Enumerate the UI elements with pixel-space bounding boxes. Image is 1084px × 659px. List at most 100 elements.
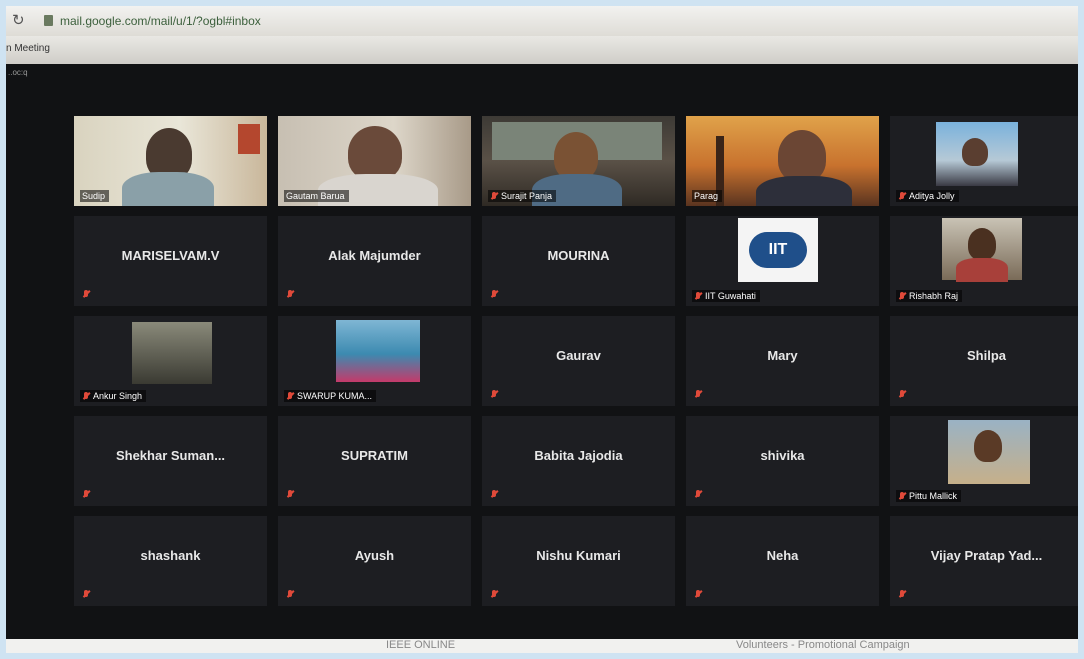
participant-tile[interactable]: Alak Majumder <box>278 216 471 306</box>
participant-name: Alak Majumder <box>328 248 421 263</box>
participant-tile[interactable]: Gautam Barua <box>278 116 471 206</box>
participant-name: Rishabh Raj <box>909 291 959 301</box>
participant-name-tag: Surajit Panja <box>488 190 557 202</box>
browser-address-bar: ↻ mail.google.com/mail/u/1/?ogbl#inbox <box>6 6 1078 36</box>
muted-mic-icon <box>898 492 906 500</box>
muted-mic-icon <box>490 590 498 598</box>
participant-tile[interactable]: Pittu Mallick <box>890 416 1078 506</box>
muted-mic-icon <box>898 192 906 200</box>
participant-name: Gaurav <box>556 348 601 363</box>
muted-mic-icon <box>898 292 906 300</box>
wall-object <box>238 124 260 154</box>
person-silhouette <box>554 132 598 180</box>
participant-name: IIT Guwahati <box>705 291 756 301</box>
participant-tile[interactable]: Neha <box>686 516 879 606</box>
participant-tile[interactable]: MARISELVAM.V <box>74 216 267 306</box>
participant-name: Shilpa <box>966 348 1006 363</box>
participant-tile[interactable]: SUPRATIM <box>278 416 471 506</box>
participant-name-tag: Rishabh Raj <box>896 290 963 302</box>
participant-tile[interactable]: MOURINA <box>482 216 675 306</box>
profile-picture <box>336 320 420 382</box>
participant-name: shivika <box>760 448 805 463</box>
participant-tile[interactable]: shashank <box>74 516 267 606</box>
participant-name: Parag <box>694 191 719 201</box>
participant-name: Ayush <box>354 548 395 563</box>
participant-name: Gautam Barua <box>286 191 345 201</box>
muted-mic-icon <box>82 490 90 498</box>
muted-mic-icon <box>694 490 702 498</box>
iit-logo: IIT <box>738 218 818 282</box>
profile-picture <box>948 420 1030 484</box>
participant-tile[interactable]: Shilpa <box>890 316 1078 406</box>
profile-picture <box>132 322 212 384</box>
gallery-grid: Sudip Gautam Barua Surajit Panja Parag A… <box>74 116 1078 636</box>
participant-tile[interactable]: Sudip <box>74 116 267 206</box>
participant-tile[interactable]: Ayush <box>278 516 471 606</box>
participant-tile[interactable]: Aditya Jolly <box>890 116 1078 206</box>
person-silhouette <box>956 258 1008 282</box>
participant-tile[interactable]: Rishabh Raj <box>890 216 1078 306</box>
person-silhouette <box>756 176 852 206</box>
window-title: ..oc:q <box>8 68 28 77</box>
participant-tile[interactable]: Nishu Kumari <box>482 516 675 606</box>
participant-name-tag: Sudip <box>80 190 110 202</box>
profile-picture <box>936 122 1018 186</box>
muted-mic-icon <box>694 590 702 598</box>
participant-name-tag: SWARUP KUMA... <box>284 390 377 402</box>
background-caption: Volunteers - Promotional Campaign <box>736 639 910 651</box>
muted-mic-icon <box>898 590 906 598</box>
tab-meeting[interactable]: n Meeting <box>6 43 50 54</box>
muted-mic-icon <box>694 390 702 398</box>
participant-tile[interactable]: IIT IIT Guwahati <box>686 216 879 306</box>
participant-name: Sudip <box>82 191 106 201</box>
participant-name: Surajit Panja <box>501 191 553 201</box>
profile-picture <box>942 218 1022 282</box>
background-heading: IEEE ONLINE <box>386 639 456 651</box>
participant-tile[interactable]: Gaurav <box>482 316 675 406</box>
muted-mic-icon <box>490 390 498 398</box>
participant-name: Pittu Mallick <box>909 491 958 501</box>
participant-name: Ankur Singh <box>93 391 143 401</box>
participant-tile[interactable]: shivika <box>686 416 879 506</box>
zoom-window: ..oc:q Sudip Gautam Barua Surajit Panja … <box>6 64 1078 639</box>
person-silhouette <box>348 126 402 180</box>
participant-tile[interactable]: Parag <box>686 116 879 206</box>
lock-icon <box>44 15 53 26</box>
participant-name-tag: Ankur Singh <box>80 390 147 402</box>
muted-mic-icon <box>82 590 90 598</box>
participant-name: Nishu Kumari <box>536 548 621 563</box>
participant-tile[interactable]: Vijay Pratap Yad... <box>890 516 1078 606</box>
participant-tile[interactable]: Shekhar Suman... <box>74 416 267 506</box>
participant-tile[interactable]: Ankur Singh <box>74 316 267 406</box>
participant-name: Neha <box>766 548 799 563</box>
participant-name-tag: Parag <box>692 190 723 202</box>
participant-name: Shekhar Suman... <box>115 448 226 463</box>
person-silhouette <box>962 138 988 166</box>
participant-tile[interactable]: SWARUP KUMA... <box>278 316 471 406</box>
participant-name: Aditya Jolly <box>909 191 955 201</box>
participant-name: MARISELVAM.V <box>121 248 220 263</box>
url-field[interactable]: mail.google.com/mail/u/1/?ogbl#inbox <box>60 14 261 28</box>
tab-strip: n Meeting <box>6 36 1078 64</box>
participant-name: SUPRATIM <box>341 448 408 463</box>
participant-tile[interactable]: Surajit Panja <box>482 116 675 206</box>
participant-name-tag: Gautam Barua <box>284 190 349 202</box>
logo-badge: IIT <box>749 232 807 268</box>
muted-mic-icon <box>898 390 906 398</box>
logo-text: IIT <box>768 241 788 258</box>
muted-mic-icon <box>286 590 294 598</box>
person-silhouette <box>778 130 826 182</box>
muted-mic-icon <box>82 392 90 400</box>
participant-name: shashank <box>140 548 201 563</box>
muted-mic-icon <box>490 290 498 298</box>
muted-mic-icon <box>82 290 90 298</box>
muted-mic-icon <box>286 290 294 298</box>
person-silhouette <box>974 430 1002 462</box>
background-page-strip: IEEE ONLINE Volunteers - Promotional Cam… <box>6 639 1078 653</box>
participant-tile[interactable]: Mary <box>686 316 879 406</box>
participant-tile[interactable]: Babita Jajodia <box>482 416 675 506</box>
participant-name: Vijay Pratap Yad... <box>930 548 1043 563</box>
participant-name: MOURINA <box>547 248 610 263</box>
reload-icon[interactable]: ↻ <box>12 13 28 29</box>
participant-name-tag: Pittu Mallick <box>896 490 962 502</box>
